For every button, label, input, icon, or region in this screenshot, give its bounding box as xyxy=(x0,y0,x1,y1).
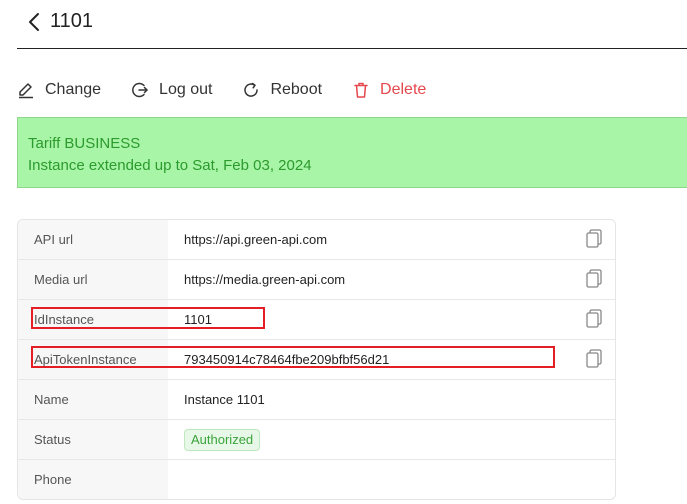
table-row: Phone xyxy=(18,460,615,499)
copy-icon[interactable] xyxy=(585,229,603,249)
row-value: Authorized xyxy=(168,428,615,451)
action-toolbar: Change Log out Reboot Delete xyxy=(17,78,456,102)
extension-text: Instance extended up to Sat, Feb 03, 202… xyxy=(28,157,312,174)
row-value: https://media.green-api.com xyxy=(184,272,346,287)
instance-details-table: API url https://api.green-api.com Media … xyxy=(17,219,616,500)
change-label: Change xyxy=(45,81,102,98)
row-label: Media url xyxy=(18,260,168,299)
row-value: https://api.green-api.com xyxy=(184,232,328,247)
table-row: Status Authorized xyxy=(18,420,615,460)
copy-icon[interactable] xyxy=(585,309,603,329)
row-label: API url xyxy=(18,220,168,259)
divider xyxy=(17,48,687,49)
status-badge: Authorized xyxy=(184,428,261,451)
pencil-icon xyxy=(19,83,33,99)
page-title: 1101 xyxy=(50,10,94,32)
row-label: Name xyxy=(18,380,168,419)
table-row: IdInstance 1101 xyxy=(18,300,615,340)
logout-button[interactable]: Log out xyxy=(131,81,212,99)
row-label: ApiTokenInstance xyxy=(18,340,168,379)
row-label: Status xyxy=(18,420,168,459)
table-row: Name Instance 1101 xyxy=(18,380,615,420)
change-button[interactable]: Change xyxy=(17,81,101,99)
chevron-left-icon[interactable] xyxy=(24,10,44,34)
reboot-label: Reboot xyxy=(270,81,323,98)
table-row: ApiTokenInstance 793450914c78464fbe209bf… xyxy=(18,340,615,380)
row-label: IdInstance xyxy=(18,300,168,339)
table-row: API url https://api.green-api.com xyxy=(18,220,615,260)
tariff-text: Tariff BUSINESS xyxy=(28,135,141,152)
row-value: 1101 xyxy=(184,312,212,327)
header: 1101 xyxy=(0,0,687,50)
row-value: Instance 1101 xyxy=(184,392,265,407)
trash-icon xyxy=(354,82,368,98)
row-value: 793450914c78464fbe209bfbf56d21 xyxy=(184,352,390,367)
tariff-banner: Tariff BUSINESS Instance extended up to … xyxy=(17,117,687,188)
copy-icon[interactable] xyxy=(585,349,603,369)
copy-icon[interactable] xyxy=(585,269,603,289)
logout-label: Log out xyxy=(159,81,213,98)
delete-label: Delete xyxy=(380,81,427,98)
reboot-button[interactable]: Reboot xyxy=(242,81,322,99)
delete-button[interactable]: Delete xyxy=(352,81,426,99)
table-row: Media url https://media.green-api.com xyxy=(18,260,615,300)
row-label: Phone xyxy=(18,460,168,499)
refresh-icon xyxy=(244,82,259,97)
logout-icon xyxy=(132,82,148,98)
